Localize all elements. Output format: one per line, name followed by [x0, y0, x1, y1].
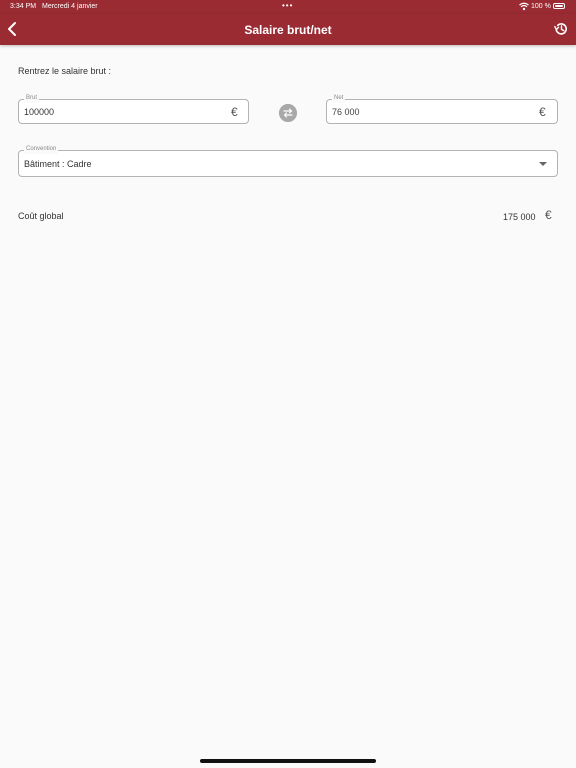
brut-field[interactable]: Brut € [18, 94, 249, 124]
page-title: Salaire brut/net [244, 23, 332, 37]
swap-arrows-icon[interactable] [279, 104, 297, 122]
brut-input[interactable] [24, 107, 214, 117]
input-prompt: Rentrez le salaire brut : [18, 66, 112, 76]
net-label: Net [332, 94, 346, 103]
euro-icon: € [539, 105, 546, 119]
status-time: 3:34 PM [10, 3, 37, 10]
wifi-icon [519, 2, 529, 11]
cout-global-value: 175 000 [503, 212, 536, 222]
convention-value: Bâtiment : Cadre [24, 159, 92, 169]
brut-label: Brut [24, 94, 40, 103]
history-icon[interactable] [553, 21, 569, 37]
net-field[interactable]: Net € [326, 94, 558, 124]
home-indicator[interactable] [200, 759, 376, 763]
euro-icon: € [231, 105, 238, 119]
status-date: Mercredi 4 janvier [42, 3, 98, 10]
multitask-dots[interactable]: ••• [282, 1, 293, 10]
convention-label: Convention [24, 145, 59, 154]
caret-down-icon [539, 162, 547, 166]
nav-bar: Salaire brut/net [0, 14, 576, 45]
status-bar: 3:34 PM Mercredi 4 janvier ••• 100 % [0, 0, 576, 14]
convention-select[interactable]: Convention Bâtiment : Cadre [18, 145, 558, 177]
battery-percent: 100 % [531, 3, 551, 10]
net-input[interactable] [332, 107, 522, 117]
battery-icon [553, 3, 565, 9]
euro-icon: € [545, 208, 552, 222]
cout-global-label: Coût global [18, 211, 64, 221]
